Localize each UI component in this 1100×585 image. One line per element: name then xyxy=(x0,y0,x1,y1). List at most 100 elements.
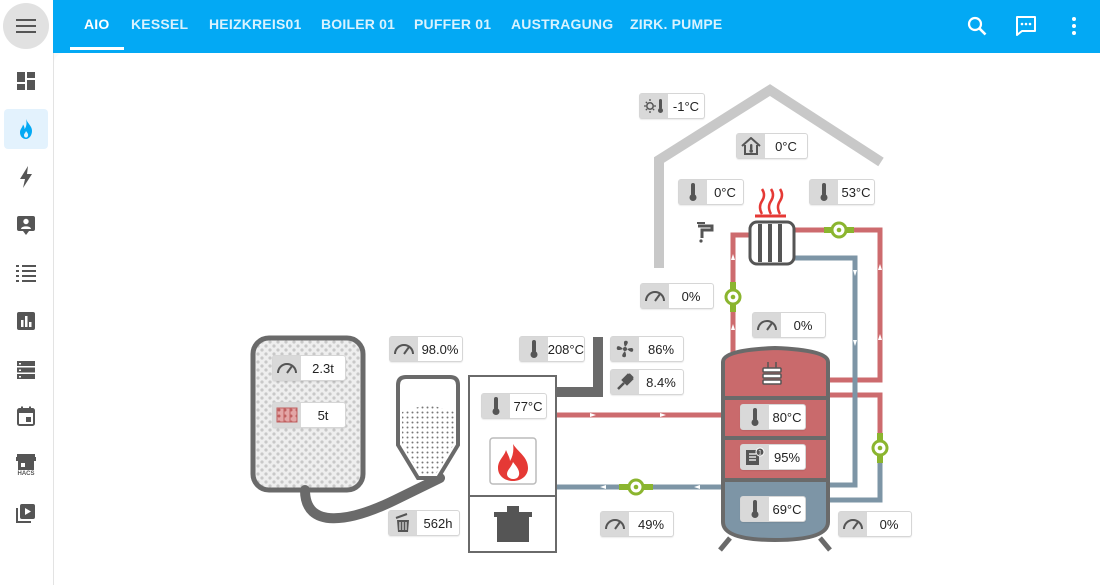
boiler-temp-badge[interactable]: 77°C xyxy=(481,393,547,419)
flue-temp-value: 208°C xyxy=(547,341,584,357)
account-box-icon xyxy=(17,216,35,235)
sidebar: HACS xyxy=(0,0,54,585)
sidebar-item-media[interactable] xyxy=(4,493,48,533)
buffer-charge-icon: 1 xyxy=(741,445,769,469)
hamburger-menu-icon xyxy=(16,19,36,33)
pellet-capacity-badge[interactable]: 5t xyxy=(272,402,346,428)
fan-speed-badge[interactable]: 86% xyxy=(610,336,684,362)
list-icon xyxy=(16,265,36,282)
fan-icon xyxy=(611,337,639,361)
mixer-position-badge[interactable]: 0% xyxy=(640,283,714,309)
operating-hours-badge[interactable]: 562h xyxy=(388,510,460,536)
tab-heizkreis01[interactable]: HEIZKREIS01 xyxy=(195,0,315,50)
dashboard-icon xyxy=(17,72,35,90)
buffer-top-badge[interactable]: 80°C xyxy=(740,404,806,430)
tab-puffer-01[interactable]: PUFFER 01 xyxy=(400,0,505,50)
buffer-charge-badge[interactable]: 1 95% xyxy=(740,444,806,470)
tab-kessel[interactable]: KESSEL xyxy=(117,0,202,50)
outside-temp-value: -1°C xyxy=(672,98,700,114)
oxygen-value: 8.4% xyxy=(646,374,676,390)
pump-boiler xyxy=(619,478,653,496)
room-temp-badge[interactable]: 0°C xyxy=(736,133,808,159)
thermometer-icon xyxy=(810,180,838,204)
flue-temp-badge[interactable]: 208°C xyxy=(519,336,585,362)
hacs-label: HACS xyxy=(17,471,35,477)
thermometer-icon xyxy=(520,337,548,361)
pump-buffer-badge[interactable]: 0% xyxy=(838,511,912,537)
pump-heating-circuit-top xyxy=(824,221,854,239)
search-icon xyxy=(967,16,987,36)
pump-boiler-value: 49% xyxy=(637,516,665,532)
gauge-icon xyxy=(839,512,867,536)
gauge-icon xyxy=(390,337,418,361)
pump-hk-badge[interactable]: 0% xyxy=(752,312,826,338)
sidebar-item-history[interactable] xyxy=(4,301,48,341)
pump-boiler-badge[interactable]: 49% xyxy=(600,511,674,537)
oxygen-badge[interactable]: 8.4% xyxy=(610,369,684,395)
more-button[interactable] xyxy=(1061,13,1087,39)
message-icon xyxy=(1016,16,1036,36)
pump-buffer xyxy=(871,433,889,463)
sidebar-item-persons[interactable] xyxy=(4,205,48,245)
dashboard-view: -1°C 0°C 0°C 53°C 0% 0% 2.3t 5t 98.0% 20… xyxy=(54,53,1100,585)
fan-speed-value: 86% xyxy=(647,341,675,357)
tab-boiler-01[interactable]: BOILER 01 xyxy=(307,0,409,50)
pellet-level-value: 2.3t xyxy=(312,360,334,376)
wood-storage-icon xyxy=(273,403,301,427)
play-box-icon xyxy=(16,504,35,523)
menu-button[interactable] xyxy=(3,3,49,49)
pump-buffer-value: 0% xyxy=(879,516,899,532)
assist-button[interactable] xyxy=(1013,13,1039,39)
thermometer-icon xyxy=(482,394,510,418)
tab-austragung[interactable]: AUSTRAGUNG xyxy=(497,0,627,50)
lightning-icon xyxy=(20,166,32,188)
gauge-icon xyxy=(753,313,781,337)
pellet-level-badge[interactable]: 2.3t xyxy=(272,355,346,381)
heating-diagram xyxy=(250,84,889,553)
flow-temp-badge[interactable]: 0°C xyxy=(678,179,744,205)
outside-temp-badge[interactable]: -1°C xyxy=(639,93,705,119)
buffer-top-value: 80°C xyxy=(772,409,802,425)
fire-icon xyxy=(20,119,32,139)
chart-box-icon xyxy=(17,312,35,330)
room-temp-value: 0°C xyxy=(775,138,797,154)
gauge-icon xyxy=(641,284,669,308)
hopper-level-badge[interactable]: 98.0% xyxy=(389,336,463,362)
buffer-bottom-value: 69°C xyxy=(772,501,802,517)
lambda-probe-icon xyxy=(611,370,639,394)
thermometer-icon xyxy=(741,497,769,521)
sidebar-item-server[interactable] xyxy=(4,350,48,390)
hacs-store-icon xyxy=(16,454,36,470)
gauge-icon xyxy=(273,356,301,380)
top-app-bar: AIO KESSEL HEIZKREIS01 BOILER 01 PUFFER … xyxy=(53,0,1100,53)
sidebar-item-energy[interactable] xyxy=(4,157,48,197)
hopper-level-value: 98.0% xyxy=(421,341,459,357)
sidebar-item-heating[interactable] xyxy=(4,109,48,149)
svg-text:1: 1 xyxy=(758,450,762,457)
return-temp-value: 53°C xyxy=(841,184,871,200)
calendar-icon xyxy=(17,406,35,426)
mixer-position-value: 0% xyxy=(681,288,701,304)
outdoor-thermometer-icon xyxy=(640,94,668,118)
tab-zirk-pumpe[interactable]: ZIRK. PUMPE xyxy=(616,0,736,50)
flow-temp-value: 0°C xyxy=(714,184,736,200)
buffer-bottom-badge[interactable]: 69°C xyxy=(740,496,806,522)
ash-bin-icon xyxy=(389,511,417,535)
sidebar-item-calendar[interactable] xyxy=(4,396,48,436)
thermometer-icon xyxy=(741,405,769,429)
gauge-icon xyxy=(601,512,629,536)
sidebar-item-logbook[interactable] xyxy=(4,253,48,293)
buffer-charge-value: 95% xyxy=(773,449,801,465)
search-button[interactable] xyxy=(964,13,990,39)
boiler-temp-value: 77°C xyxy=(513,398,543,414)
home-thermometer-icon xyxy=(737,134,765,158)
hot-pipes xyxy=(555,227,883,440)
sidebar-item-overview[interactable] xyxy=(4,61,48,101)
radiator xyxy=(748,188,796,266)
operating-hours-value: 562h xyxy=(423,515,453,531)
return-temp-badge[interactable]: 53°C xyxy=(809,179,875,205)
tab-aio[interactable]: AIO xyxy=(70,0,124,50)
sidebar-item-hacs[interactable]: HACS xyxy=(4,444,48,488)
tap-icon xyxy=(697,222,714,243)
server-icon xyxy=(17,361,35,379)
